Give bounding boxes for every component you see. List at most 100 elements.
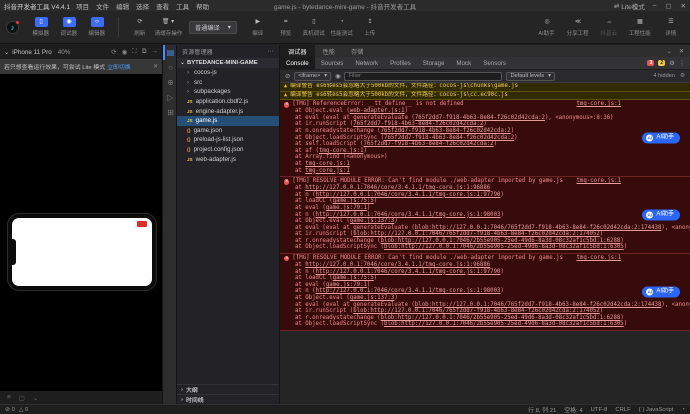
console-error-block[interactable]: ✕ [TMG] ReferenceError: __tt_define__ is … (280, 100, 690, 178)
ai-assistant-button[interactable]: AI AI助手 (642, 209, 680, 221)
stack-link[interactable]: blob:http://127.0.0.1:7046/765f2dd7-f918… (415, 225, 662, 231)
devtools-tab-mock[interactable]: Mock (450, 57, 477, 69)
filter-input[interactable] (344, 71, 503, 81)
toggle-调试器[interactable]: ◉ 调试器 (56, 17, 82, 37)
log-levels-select[interactable]: Default levels ▾ (506, 71, 555, 81)
panel-tab-调试器[interactable]: 调试器 (280, 45, 315, 57)
tree-item-engine-adapter.js[interactable]: JS engine-adapter.js (177, 106, 279, 116)
more-actions-icon[interactable]: ⋯ (268, 49, 274, 55)
devtools-tab-sources[interactable]: Sources (315, 57, 350, 69)
stack-link[interactable]: game.js:75:5 (333, 275, 374, 281)
action-分享工程[interactable]: ≪ 分享工程 (565, 17, 591, 37)
stack-link[interactable]: blob:http://127.0.0.1:7046/2b55e905-25ed… (384, 321, 624, 327)
toggle-编辑器[interactable]: ‹› 编辑器 (84, 17, 110, 37)
stack-link[interactable]: blob:http://127.0.0.1:7046/765f2dd7-f918… (415, 302, 662, 308)
action-AI助手[interactable]: ◎ AI助手 (534, 17, 560, 37)
kebab-menu-icon[interactable]: ⋮ (679, 60, 685, 67)
console-log-area[interactable]: ▲ 编译警告 es6转es5会忽略大于500kb的文件，文件路径：cocos-js… (280, 83, 690, 404)
stack-link[interactable]: 765f2dd7-f918-4b63-8e84-f26c02d42cda:2 (353, 121, 483, 127)
eye-icon[interactable]: ◉ (335, 73, 340, 80)
lite-mode-toggle[interactable]: ⇄ Lite模式 (614, 1, 645, 11)
action-预览[interactable]: ⌗ 预览 (273, 17, 299, 37)
minimize-icon[interactable]: – (653, 2, 657, 10)
stack-link[interactable]: game.js:75:5 (333, 198, 374, 204)
phone-screen[interactable] (12, 218, 152, 286)
action-刷新[interactable]: ⟳ 刷新 (127, 17, 153, 37)
action-详情[interactable]: ☰ 详情 (658, 17, 684, 37)
popout-icon[interactable]: ⧉ (142, 48, 147, 56)
tree-item-game.json[interactable]: {} game.json (177, 126, 279, 136)
close-icon[interactable]: ✕ (679, 48, 684, 55)
tree-item-src[interactable]: › src (177, 78, 279, 88)
stack-link[interactable]: tmg-core.js:1 (319, 148, 364, 154)
status-item[interactable]: CRLF (615, 407, 630, 413)
panel-tab-性能[interactable]: 性能 (315, 45, 343, 57)
section-时间线[interactable]: › 时间线 (177, 394, 279, 404)
devtools-tab-profiles[interactable]: Profiles (384, 57, 417, 69)
zoom-level[interactable]: 40% (58, 49, 71, 56)
stack-link[interactable]: game.js:79:1 (326, 205, 367, 211)
stack-link[interactable]: web-adapter.js:1 (350, 108, 405, 114)
action-清缓存操作[interactable]: 🗑 ▾ 清缓存操作 (154, 17, 182, 37)
settings-icon[interactable]: ⚙ (669, 60, 675, 67)
section-大纲[interactable]: › 大纲 (177, 384, 279, 394)
arrow-icon[interactable]: → (152, 48, 159, 56)
menu-item-帮助[interactable]: 帮助 (196, 1, 209, 11)
fullscreen-icon[interactable]: ⛶ (132, 48, 137, 56)
user-avatar[interactable]: ♪ (6, 19, 20, 34)
devtools-tab-network[interactable]: Network (349, 57, 384, 69)
ai-assistant-button[interactable]: AI AI助手 (642, 286, 680, 298)
status-item[interactable]: 行 8, 列 21 (528, 405, 556, 414)
vconsole-badge[interactable] (137, 221, 147, 227)
stack-link[interactable]: tmg-core.js:1 (305, 168, 350, 174)
close-icon[interactable]: ✕ (681, 2, 686, 10)
stack-link[interactable]: 765f2dd7-f918-4b63-8e84-f26c02d42cda:2 (415, 115, 545, 121)
error-source-link[interactable]: tmg-core.js:1 (576, 255, 686, 262)
tree-item-web-adapter.js[interactable]: JS web-adapter.js (177, 154, 279, 164)
tree-item-application.cbdf2.js[interactable]: JS application.cbdf2.js (177, 97, 279, 107)
bell-icon[interactable]: ◔ (681, 407, 685, 413)
tree-item-cocos-js[interactable]: › cocos-js (177, 68, 279, 78)
tree-item-preload-js-list.json[interactable]: {} preload-js-list.json (177, 135, 279, 145)
stack-link[interactable]: 765f2dd7-f918-4b63-8e84-f26c02d42cda:2 (381, 128, 511, 134)
toggle-模拟器[interactable]: ▯ 模拟器 (28, 17, 54, 37)
devtools-tab-console[interactable]: Console (280, 57, 315, 69)
stack-link[interactable]: 765f2dd7-f918-4b63-8e84-f26c02d42cda:2 (363, 141, 493, 147)
collapse-icon[interactable]: ⌄ (667, 48, 672, 55)
menu-item-工具[interactable]: 工具 (176, 1, 189, 11)
action-真机调试[interactable]: ▯ 真机调试 (301, 17, 327, 37)
console-error-block[interactable]: ✕ [TMG] RESOLVE_MODULE_ERROR: Can't find … (280, 177, 690, 255)
stack-link[interactable]: blob:http://127.0.0.1:7046/765f2dd7-f918… (353, 308, 600, 314)
console-warning-row[interactable]: ▲ 编译警告 es6转es5会忽略大于500kb的文件，文件路径：cocos-js… (280, 91, 690, 101)
project-root[interactable]: ⌄ BYTEDANCE-MINI-GAME (177, 58, 279, 68)
menu-icon[interactable]: ≡ (7, 394, 11, 401)
stack-link[interactable]: blob:http://127.0.0.1:7046/2b55e905-25ed… (384, 244, 624, 250)
menu-item-选择[interactable]: 选择 (136, 1, 149, 11)
device-select[interactable]: iPhone 11 Pro (12, 49, 51, 56)
search-icon[interactable]: ○ (163, 60, 176, 75)
stack-link[interactable]: http://127.0.0.1:7046/core/3.4.1.1/tmg-c… (316, 269, 501, 275)
action-抖音云[interactable]: ☁ 抖音云 (596, 17, 622, 37)
rotate-icon[interactable]: ⟳ (111, 48, 116, 56)
hidden-messages-count[interactable]: 4 hidden (654, 73, 675, 79)
stack-link[interactable]: http://127.0.0.1:7046/core/3.4.1.1/tmg-c… (316, 212, 501, 218)
clear-console-icon[interactable]: ⊘ (285, 73, 290, 80)
stack-link[interactable]: http://127.0.0.1:7046/core/3.4.1.1/tmg-c… (316, 288, 501, 294)
source-control-icon[interactable]: ⊕ (163, 75, 176, 90)
action-工程性能[interactable]: ▦ 工程性能 (627, 17, 653, 37)
tree-item-game.js[interactable]: JS game.js (177, 115, 279, 126)
action-编译[interactable]: ▶ 编译 (245, 17, 271, 37)
menu-item-项目[interactable]: 项目 (76, 1, 89, 11)
compile-mode-select[interactable]: 普通编译 ▾ (189, 20, 237, 34)
maximize-icon[interactable]: ▢ (665, 2, 671, 10)
action-性能测试[interactable]: ◔ 性能测试 (329, 17, 355, 37)
devtools-tab-storage[interactable]: Storage (417, 57, 451, 69)
stack-link[interactable]: http://127.0.0.1:7046/core/3.4.1.1/tmg-c… (305, 185, 490, 191)
stack-link[interactable]: blob:http://127.0.0.1:7046/2b55e905-25ed… (381, 238, 621, 244)
ai-assistant-button[interactable]: AI AI助手 (642, 132, 680, 144)
stack-link[interactable]: game.js:137:3 (350, 295, 395, 301)
collapse-icon[interactable]: ⌄ (33, 394, 38, 402)
warnings-indicator[interactable]: △ 0 (19, 407, 28, 413)
stack-link[interactable]: blob:http://127.0.0.1:7046/765f2dd7-f918… (353, 231, 600, 237)
status-item[interactable]: 空格: 4 (564, 405, 582, 414)
